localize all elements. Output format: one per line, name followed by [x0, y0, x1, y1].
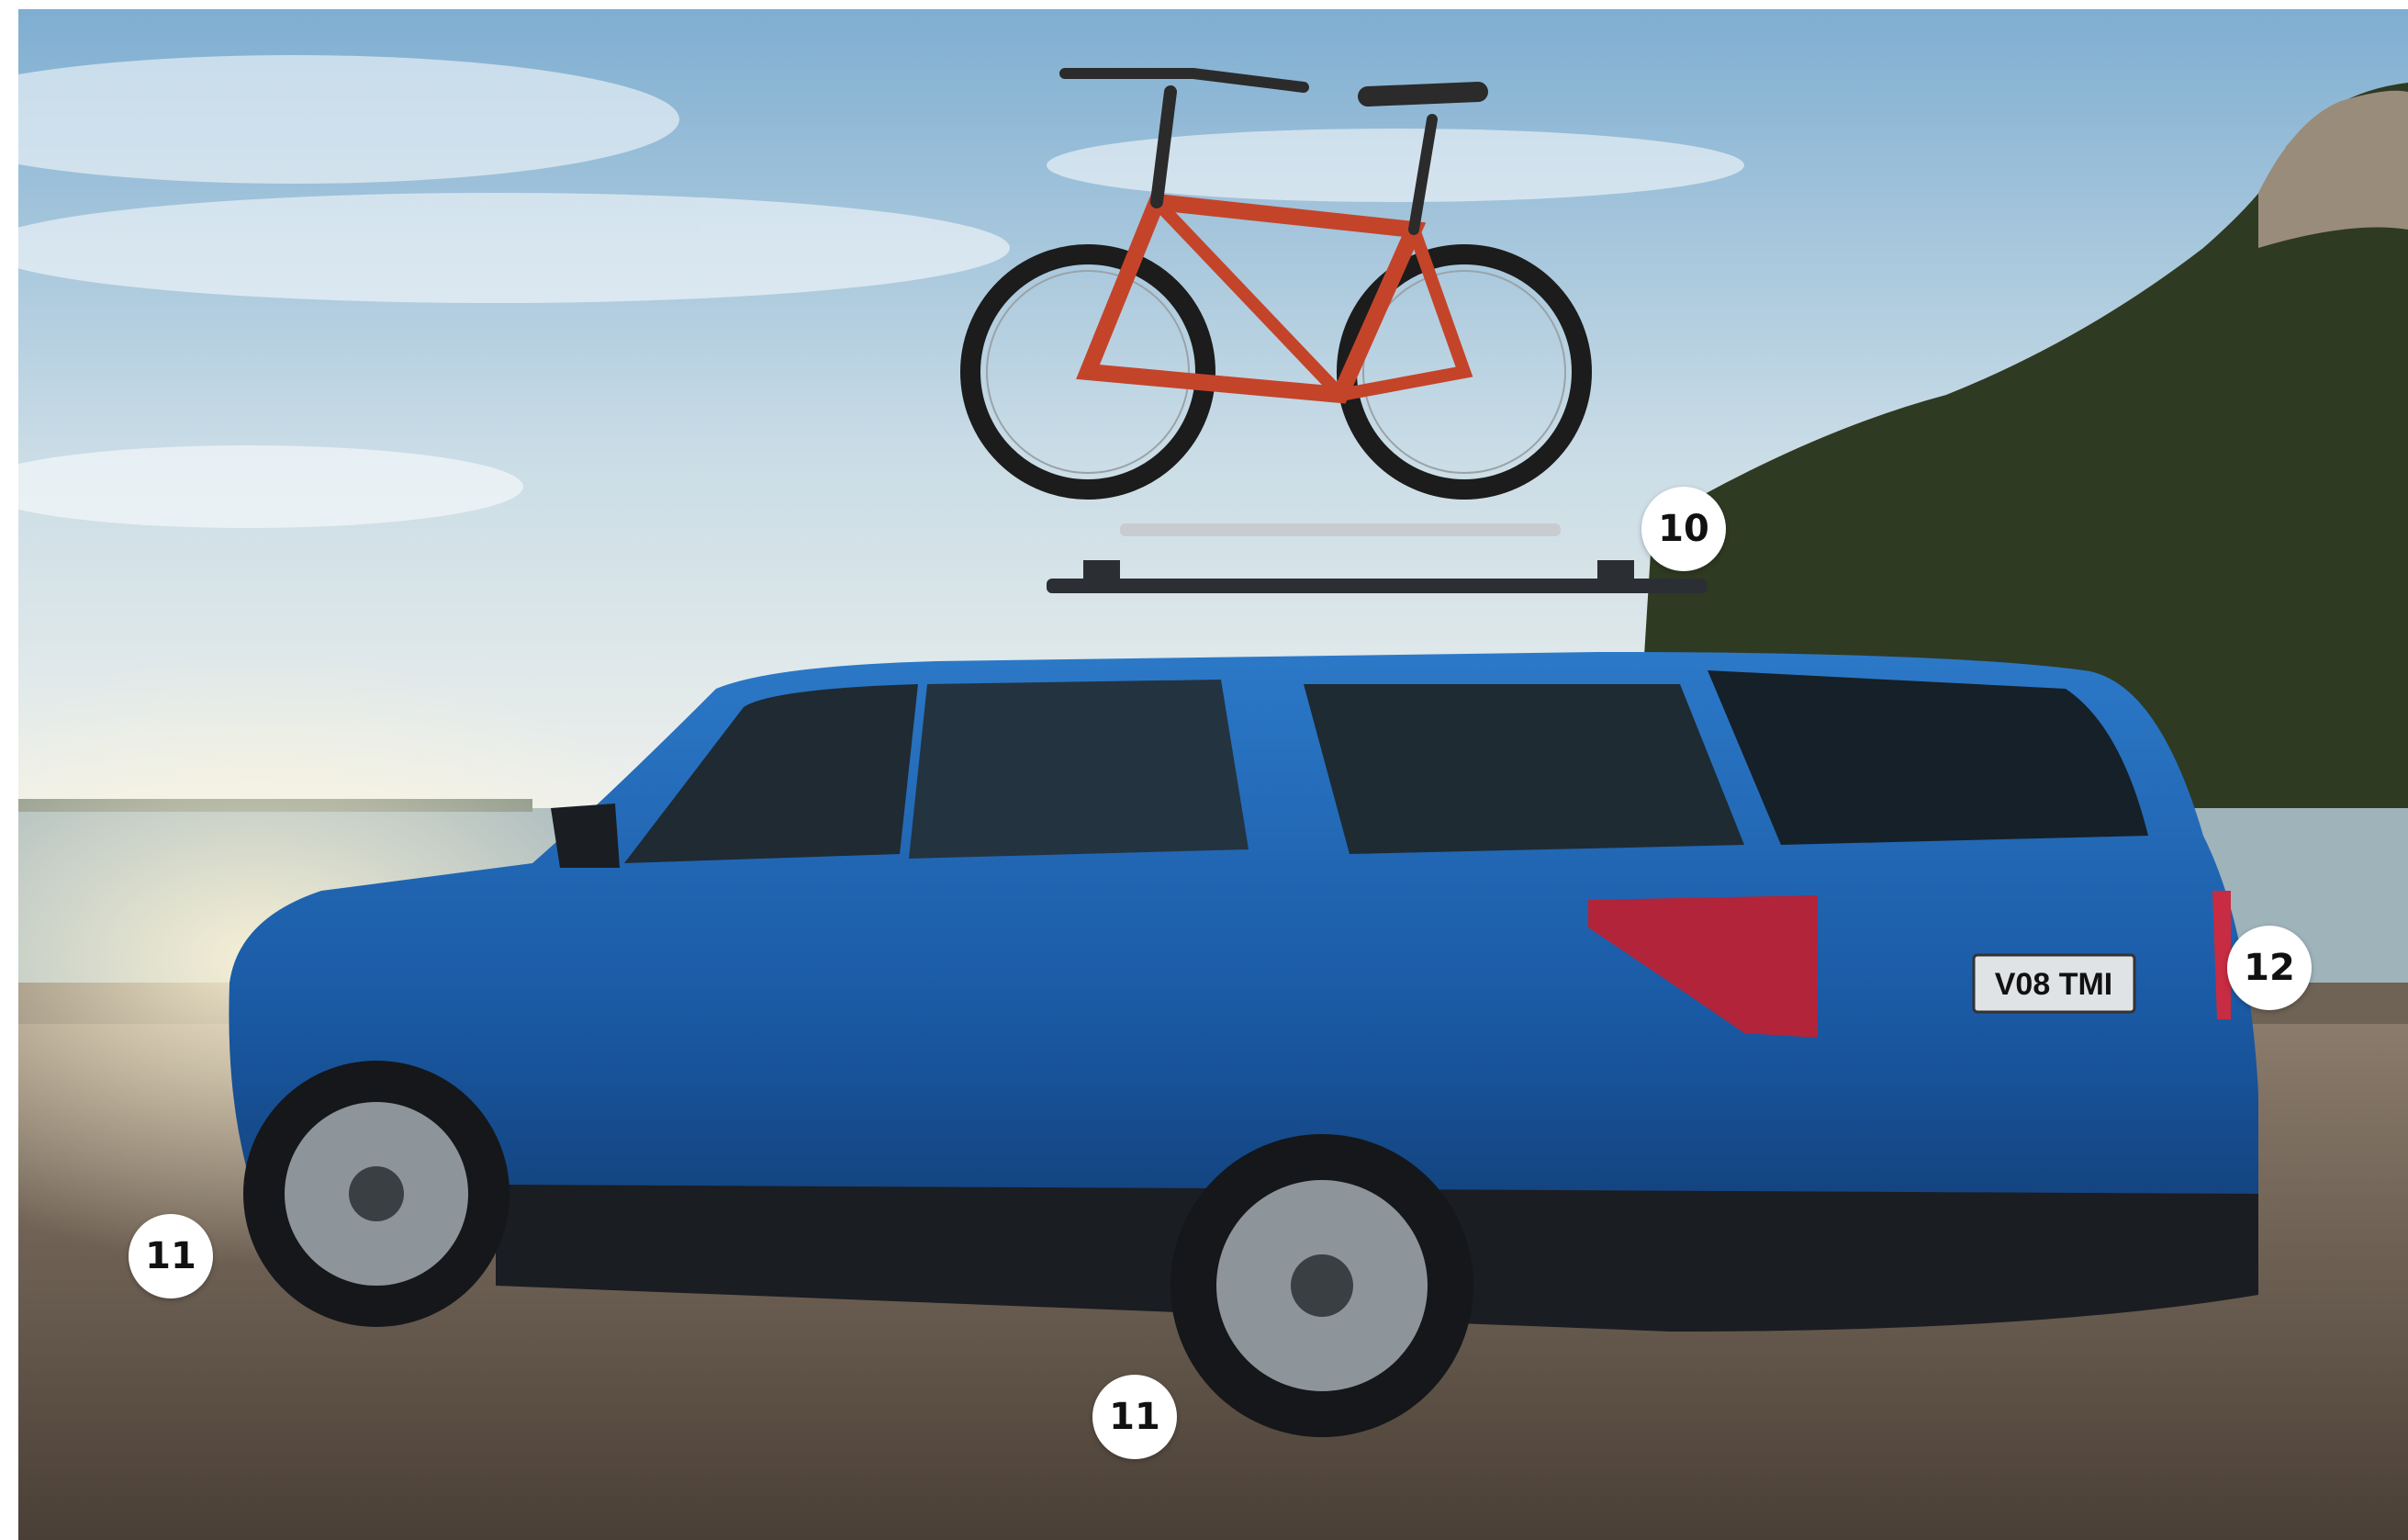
callout-12: 12	[2227, 926, 2312, 1010]
callout-10: 10	[1641, 487, 1726, 571]
callout-11-rear: 11	[1092, 1375, 1177, 1459]
license-plate-text: V08 TMI	[1995, 967, 2112, 1002]
callout-11-front: 11	[129, 1214, 213, 1298]
rear-wheel	[1170, 1134, 1473, 1437]
product-photo: V08 TMI	[18, 9, 2408, 1540]
front-wheel	[243, 1061, 510, 1327]
